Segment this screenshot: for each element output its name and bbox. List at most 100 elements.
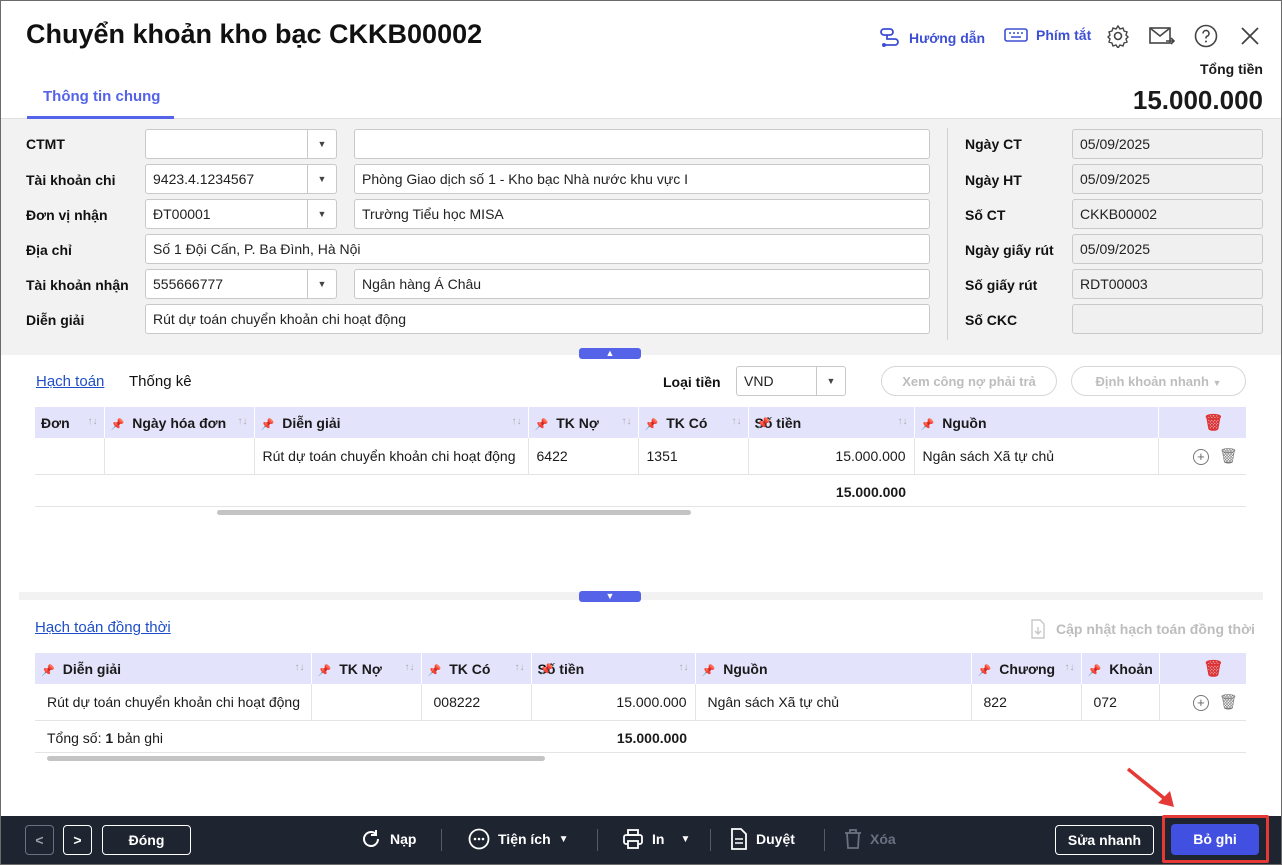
- date-ht-field[interactable]: 05/09/2025: [1072, 164, 1263, 194]
- chevron-down-icon[interactable]: ▼: [307, 200, 336, 228]
- pin-icon[interactable]: 📌: [978, 665, 992, 677]
- pin-icon[interactable]: 📌: [41, 665, 55, 677]
- view-debt-button[interactable]: Xem công nợ phải trả: [881, 366, 1057, 396]
- scroll-thumb[interactable]: [217, 510, 691, 515]
- cell-credit[interactable]: 008222: [421, 684, 532, 721]
- table-row[interactable]: Rút dự toán chuyển khoản chi hoạt động 6…: [35, 438, 1246, 475]
- cell-source[interactable]: Ngân sách Xã tự chủ: [914, 438, 1159, 475]
- pin-icon[interactable]: 📌: [645, 419, 659, 431]
- help-link[interactable]: Hướng dẫn: [879, 27, 985, 49]
- collapse-up-button[interactable]: ▲: [579, 348, 641, 359]
- cell-desc[interactable]: Rút dự toán chuyển khoản chi hoạt động: [254, 438, 529, 475]
- desc-field[interactable]: Rút dự toán chuyển khoản chi hoạt động: [145, 304, 930, 334]
- cell-invoice[interactable]: [35, 438, 105, 475]
- gear-icon[interactable]: [1105, 23, 1131, 49]
- cell-debit[interactable]: [311, 684, 422, 721]
- add-row-icon[interactable]: +: [1192, 448, 1209, 465]
- mail-icon[interactable]: [1149, 23, 1175, 49]
- print-button[interactable]: In ▼: [622, 828, 690, 850]
- sort-icon[interactable]: ↑↓: [515, 662, 525, 673]
- sort-icon[interactable]: ↑↓: [732, 416, 742, 427]
- sort-icon[interactable]: ↑↓: [679, 662, 689, 673]
- cell-chapter[interactable]: 822: [971, 684, 1082, 721]
- date-gr-field[interactable]: 05/09/2025: [1072, 234, 1263, 264]
- next-button[interactable]: >: [63, 825, 92, 855]
- update-concurrent-button[interactable]: Cập nhật hạch toán đồng thời: [1030, 619, 1255, 639]
- col-item[interactable]: 📌 Khoản: [1081, 653, 1160, 684]
- pin-icon[interactable]: 📌: [702, 665, 716, 677]
- col-source[interactable]: 📌 Nguồn: [695, 653, 972, 684]
- tab-general-info[interactable]: Thông tin chung: [27, 79, 174, 119]
- col-chapter[interactable]: 📌 Chương ↑↓: [971, 653, 1082, 684]
- quick-edit-button[interactable]: Sửa nhanh: [1055, 825, 1154, 855]
- pin-icon[interactable]: 📌: [1088, 665, 1102, 677]
- col-credit[interactable]: 📌 TK Có ↑↓: [638, 407, 749, 438]
- sort-icon[interactable]: ↑↓: [1065, 662, 1075, 673]
- cell-source[interactable]: Ngân sách Xã tự chủ: [695, 684, 972, 721]
- date-ct-field[interactable]: 05/09/2025: [1072, 129, 1263, 159]
- pin-icon[interactable]: 📌: [428, 665, 442, 677]
- sort-icon[interactable]: ↑↓: [295, 662, 305, 673]
- cell-item[interactable]: 072: [1081, 684, 1160, 721]
- collapse-down-button[interactable]: ▼: [579, 591, 641, 602]
- chevron-down-icon[interactable]: ▼: [307, 165, 336, 193]
- recv-account-name-field[interactable]: Ngân hàng Á Châu: [354, 269, 930, 299]
- col-desc[interactable]: 📌 Diễn giải ↑↓: [35, 653, 312, 684]
- concurrent-accounting-title[interactable]: Hạch toán đồng thời: [35, 619, 171, 636]
- cell-debit[interactable]: 6422: [528, 438, 639, 475]
- col-source[interactable]: 📌 Nguồn: [914, 407, 1159, 438]
- approve-button[interactable]: Duyệt: [730, 828, 795, 850]
- add-row-icon[interactable]: +: [1192, 694, 1209, 711]
- tab-statistics[interactable]: Thống kê: [129, 373, 192, 390]
- shortcut-link[interactable]: Phím tắt: [1004, 27, 1091, 43]
- chevron-down-icon[interactable]: ▼: [307, 130, 336, 158]
- cell-amount[interactable]: 15.000.000: [748, 438, 915, 475]
- close-icon[interactable]: [1237, 23, 1263, 49]
- cell-invoice-date[interactable]: [104, 438, 255, 475]
- col-debit[interactable]: 📌 TK Nợ ↑↓: [528, 407, 639, 438]
- delete-row-icon[interactable]: 🗑: [1219, 694, 1238, 711]
- reload-button[interactable]: Nạp: [360, 828, 416, 850]
- pin-icon[interactable]: 📌: [757, 417, 771, 430]
- delete-row-icon[interactable]: 🗑: [1219, 448, 1238, 465]
- account-combo[interactable]: 9423.4.1234567 ▼: [145, 164, 337, 194]
- utility-button[interactable]: Tiện ích ▼: [468, 828, 569, 850]
- quick-entry-button[interactable]: Định khoản nhanh ▼: [1071, 366, 1246, 396]
- address-field[interactable]: Số 1 Đội Cấn, P. Ba Đình, Hà Nội: [145, 234, 930, 264]
- delete-all-icon[interactable]: 🗑: [1203, 661, 1223, 678]
- account-name-field[interactable]: Phòng Giao dịch số 1 - Kho bạc Nhà nước …: [354, 164, 930, 194]
- pin-icon[interactable]: 📌: [921, 419, 935, 431]
- sort-icon[interactable]: ↑↓: [88, 416, 98, 427]
- chevron-down-icon[interactable]: ▼: [307, 270, 336, 298]
- chevron-down-icon[interactable]: ▼: [816, 367, 845, 395]
- cell-desc[interactable]: Rút dự toán chuyển khoản chi hoạt động: [35, 684, 312, 721]
- sort-icon[interactable]: ↑↓: [512, 416, 522, 427]
- pin-icon[interactable]: 📌: [535, 419, 549, 431]
- col-invoice[interactable]: Đơn ↑↓: [35, 407, 105, 438]
- ctmt-combo[interactable]: ▼: [145, 129, 337, 159]
- prev-button[interactable]: <: [25, 825, 54, 855]
- pin-icon[interactable]: 📌: [540, 663, 554, 676]
- col-amount[interactable]: 📌 Số tiền ↑↓: [748, 407, 915, 438]
- help-icon[interactable]: [1193, 23, 1219, 49]
- sort-icon[interactable]: ↑↓: [898, 416, 908, 427]
- col-amount[interactable]: 📌 Số tiền ↑↓: [531, 653, 696, 684]
- sort-icon[interactable]: ↑↓: [405, 662, 415, 673]
- close-button[interactable]: Đóng: [102, 825, 191, 855]
- recv-account-combo[interactable]: 555666777 ▼: [145, 269, 337, 299]
- table-row[interactable]: Rút dự toán chuyển khoản chi hoạt động 0…: [35, 684, 1246, 721]
- no-ckc-field[interactable]: [1072, 304, 1263, 334]
- sort-icon[interactable]: ↑↓: [622, 416, 632, 427]
- delete-all-icon[interactable]: 🗑: [1203, 415, 1223, 432]
- col-desc[interactable]: 📌 Diễn giải ↑↓: [254, 407, 529, 438]
- cell-credit[interactable]: 1351: [638, 438, 749, 475]
- no-gr-field[interactable]: RDT00003: [1072, 269, 1263, 299]
- unit-name-field[interactable]: Trường Tiểu học MISA: [354, 199, 930, 229]
- scroll-thumb[interactable]: [47, 756, 545, 761]
- horizontal-scrollbar[interactable]: [35, 506, 1246, 516]
- no-ct-field[interactable]: CKKB00002: [1072, 199, 1263, 229]
- unit-combo[interactable]: ĐT00001 ▼: [145, 199, 337, 229]
- col-invoice-date[interactable]: 📌 Ngày hóa đơn ↑↓: [104, 407, 255, 438]
- col-credit[interactable]: 📌 TK Có ↑↓: [421, 653, 532, 684]
- tab-accounting[interactable]: Hạch toán: [36, 373, 104, 390]
